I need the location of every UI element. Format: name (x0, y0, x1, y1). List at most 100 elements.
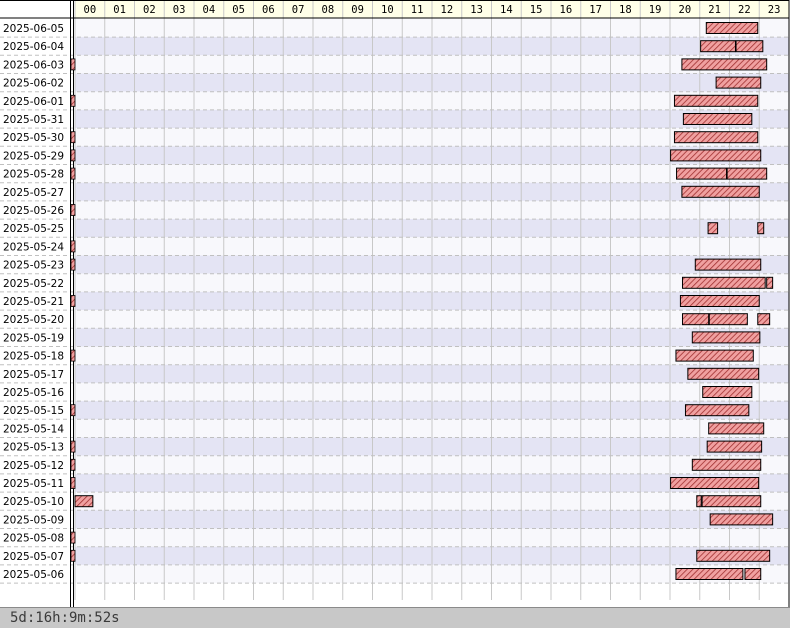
session-bar (702, 386, 753, 398)
session-bar (673, 131, 759, 144)
midnight-marker (70, 258, 76, 271)
midnight-marker (70, 458, 76, 471)
date-label: 2025-05-08 (3, 533, 64, 545)
session-bar (670, 149, 762, 162)
hour-label: 06 (262, 4, 275, 16)
hour-label: 02 (143, 4, 156, 16)
uptime-text: 5d:16h:9m:52s (10, 610, 120, 626)
session-bar (691, 458, 762, 471)
session-bar (700, 40, 736, 53)
date-label: 2025-06-01 (3, 96, 64, 108)
midnight-marker (70, 167, 76, 180)
date-label: 2025-05-10 (3, 496, 64, 508)
hour-label: 20 (679, 4, 692, 16)
date-label: 2025-05-09 (3, 514, 64, 526)
hour-label: 13 (470, 4, 483, 16)
session-bar (709, 513, 774, 526)
hour-label: 19 (649, 4, 662, 16)
session-bar (670, 477, 760, 489)
session-bar (757, 222, 765, 235)
midnight-marker (70, 531, 76, 544)
hour-label: 04 (203, 4, 216, 16)
session-bar (673, 94, 759, 107)
date-label: 2025-05-16 (3, 387, 64, 399)
date-label: 2025-05-12 (3, 460, 64, 472)
midnight-marker (70, 240, 76, 253)
hour-label: 00 (84, 4, 97, 16)
session-bar (74, 495, 94, 508)
date-label: 2025-05-07 (3, 551, 64, 563)
session-bar (766, 276, 774, 289)
session-bar (684, 404, 750, 417)
date-label: 2025-06-05 (3, 23, 64, 35)
midnight-marker (70, 94, 76, 107)
hour-label: 03 (173, 4, 186, 16)
date-label: 2025-05-25 (3, 223, 64, 235)
date-label: 2025-05-17 (3, 369, 64, 381)
hour-label: 23 (768, 4, 781, 16)
midnight-marker (70, 440, 76, 453)
session-bar (681, 58, 768, 71)
session-bar (726, 167, 768, 180)
date-label: 2025-05-28 (3, 169, 64, 181)
hour-label: 21 (708, 4, 721, 16)
date-label: 2025-05-11 (3, 478, 64, 490)
midnight-marker (70, 549, 76, 562)
session-bar (707, 222, 719, 235)
session-bar (679, 295, 760, 307)
hour-label: 09 (351, 4, 364, 16)
session-bar (696, 549, 771, 562)
status-bar: 5d:16h:9m:52s (0, 607, 790, 628)
midnight-marker (70, 295, 76, 307)
date-label: 2025-05-20 (3, 314, 64, 326)
session-bar (676, 167, 728, 180)
date-label: 2025-05-22 (3, 278, 64, 290)
date-label: 2025-05-18 (3, 351, 64, 363)
session-bar (687, 367, 760, 380)
date-label: 2025-06-02 (3, 78, 64, 90)
midnight-marker (70, 477, 76, 489)
midnight-marker (70, 204, 76, 216)
date-label: 2025-05-06 (3, 569, 64, 581)
date-label: 2025-05-27 (3, 187, 64, 199)
date-label: 2025-05-31 (3, 114, 64, 126)
session-bar (708, 422, 765, 435)
session-bar (735, 40, 764, 53)
session-bar (681, 185, 760, 198)
hour-label: 11 (411, 4, 424, 16)
hour-label: 16 (560, 4, 573, 16)
hour-label: 14 (500, 4, 513, 16)
midnight-marker (70, 349, 76, 362)
hour-label: 01 (113, 4, 126, 16)
midnight-marker (70, 404, 76, 417)
session-bar (694, 258, 762, 271)
session-bar (696, 495, 702, 508)
midnight-marker (70, 149, 76, 162)
midnight-marker (70, 131, 76, 144)
date-label: 2025-05-30 (3, 132, 64, 144)
midnight-marker (70, 58, 76, 71)
timeline-chart: 00 01 02 03 04 05 06 07 08 09 10 11 12 13 14 15 16 17 18 19… (0, 0, 790, 607)
hour-label: 15 (530, 4, 543, 16)
hour-label: 08 (322, 4, 335, 16)
session-bar (706, 440, 763, 453)
session-bar (681, 313, 710, 326)
session-bar (691, 331, 761, 344)
hour-label: 18 (619, 4, 632, 16)
hour-label: 12 (441, 4, 454, 16)
session-bar (682, 113, 753, 125)
session-bar (708, 313, 748, 326)
session-bar (705, 22, 759, 34)
hour-label: 05 (232, 4, 245, 16)
session-bar (675, 568, 744, 580)
date-label: 2025-05-23 (3, 260, 64, 272)
date-label: 2025-05-13 (3, 442, 64, 454)
hour-label: 17 (589, 4, 602, 16)
date-label: 2025-05-15 (3, 405, 64, 417)
date-label: 2025-06-03 (3, 59, 64, 71)
hour-label: 07 (292, 4, 305, 16)
date-label: 2025-05-29 (3, 150, 64, 162)
session-bar (701, 495, 762, 508)
date-label: 2025-05-19 (3, 332, 64, 344)
session-bar (715, 76, 762, 89)
